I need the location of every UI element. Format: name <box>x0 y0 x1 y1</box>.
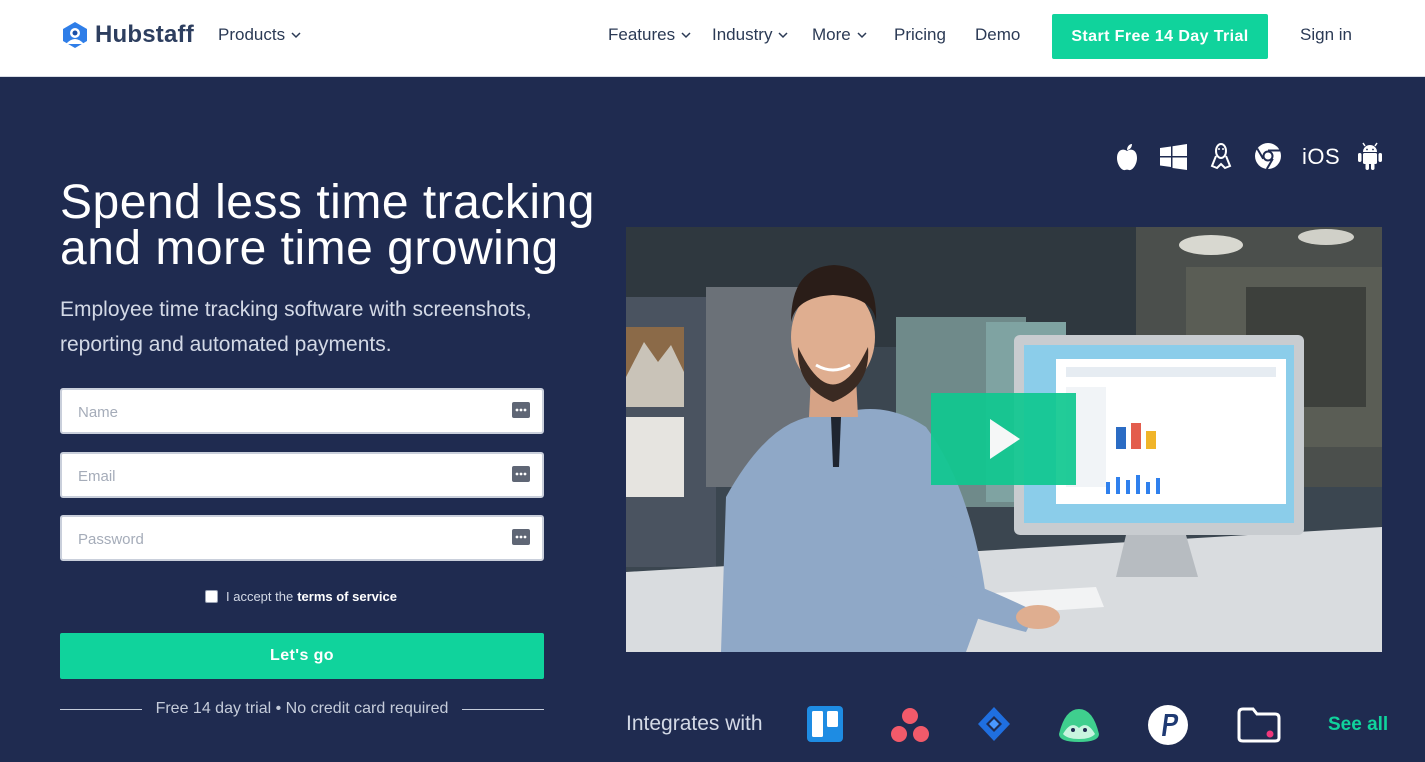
start-trial-button[interactable]: Start Free 14 Day Trial <box>1052 14 1268 59</box>
basecamp-icon[interactable] <box>1057 706 1101 744</box>
brand-name: Hubstaff <box>95 21 194 48</box>
name-input[interactable] <box>76 390 500 434</box>
see-all-integrations-link[interactable]: See all <box>1328 714 1388 736</box>
autofill-icon <box>512 466 530 482</box>
android-icon[interactable] <box>1358 142 1382 170</box>
platform-icons: iOS <box>1112 142 1384 172</box>
terms-prefix: I accept the <box>226 589 294 604</box>
divider <box>462 708 544 710</box>
password-input[interactable] <box>76 517 500 561</box>
folder-icon[interactable] <box>1237 707 1281 743</box>
hubstaff-logo-icon <box>63 22 87 48</box>
chevron-down-icon <box>681 32 691 39</box>
chevron-down-icon <box>857 32 867 39</box>
ios-label[interactable]: iOS <box>1302 144 1340 170</box>
chevron-down-icon <box>778 32 789 39</box>
asana-icon[interactable] <box>890 707 930 743</box>
trello-icon[interactable] <box>807 706 843 742</box>
apple-icon[interactable] <box>1114 142 1140 172</box>
paypal-icon[interactable] <box>1148 705 1188 745</box>
hero-subtitle: Employee time tracking software with scr… <box>60 298 532 356</box>
nav-features-label: Features <box>608 25 676 44</box>
name-field[interactable] <box>60 388 544 434</box>
nav-industry-label: Industry <box>712 25 773 44</box>
email-input[interactable] <box>76 454 500 498</box>
nav-more-label: More <box>812 25 851 44</box>
autofill-icon <box>512 402 530 418</box>
nav-pricing-link[interactable]: Pricing <box>894 25 946 45</box>
email-field[interactable] <box>60 452 544 498</box>
nav-industry-dropdown[interactable]: Industry <box>712 25 789 45</box>
demo-video-player[interactable] <box>626 227 1382 652</box>
divider <box>60 708 142 710</box>
autofill-icon <box>512 529 530 545</box>
jira-icon[interactable] <box>976 706 1012 744</box>
trial-note-text: Free 14 day trial • No credit card requi… <box>155 700 449 717</box>
terms-checkbox[interactable] <box>205 590 218 603</box>
sign-in-link[interactable]: Sign in <box>1300 25 1352 45</box>
play-button[interactable] <box>931 393 1076 485</box>
play-icon <box>989 419 1020 459</box>
nav-more-dropdown[interactable]: More <box>812 25 868 45</box>
integrations-label: Integrates with <box>626 712 763 735</box>
hero-title: Spend less time tracking and more time g… <box>60 176 595 275</box>
chrome-icon[interactable] <box>1254 142 1282 170</box>
nav-features-dropdown[interactable]: Features <box>608 25 692 45</box>
nav-demo-link[interactable]: Demo <box>975 25 1020 45</box>
trial-note: Free 14 day trial • No credit card requi… <box>60 697 544 721</box>
linux-icon[interactable] <box>1209 142 1233 172</box>
terms-link[interactable]: terms of service <box>297 589 397 604</box>
nav-products-dropdown[interactable]: Products <box>218 25 302 45</box>
windows-icon[interactable] <box>1160 144 1187 170</box>
top-navigation: Hubstaff Products Features Industry More… <box>0 0 1425 77</box>
nav-products-label: Products <box>218 25 286 44</box>
hubstaff-logo[interactable]: Hubstaff <box>60 20 194 50</box>
lets-go-button[interactable]: Let's go <box>60 633 544 679</box>
password-field[interactable] <box>60 515 544 561</box>
chevron-down-icon <box>291 32 301 39</box>
terms-row: I accept the terms of service <box>205 589 397 604</box>
